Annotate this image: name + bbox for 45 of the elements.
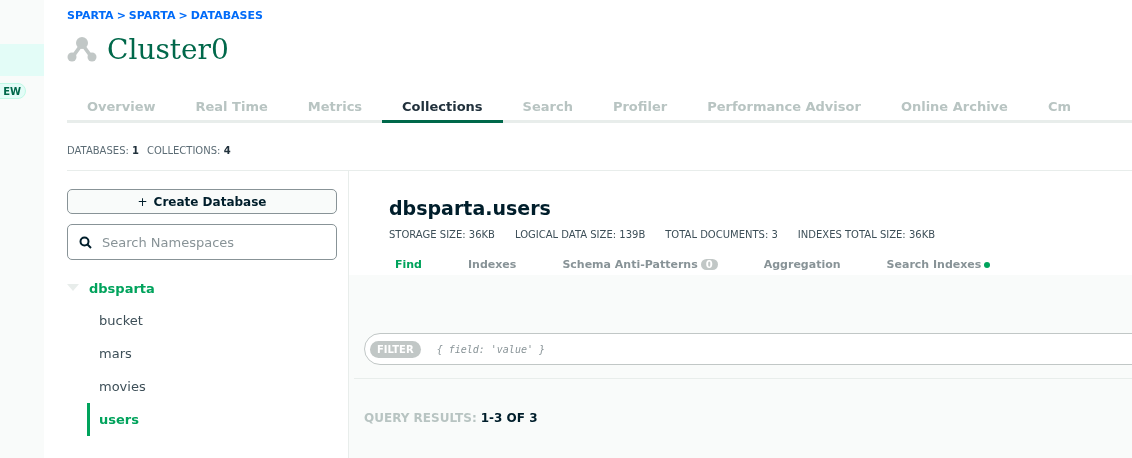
breadcrumb-link[interactable]: DATABASES xyxy=(190,9,263,22)
cluster-icon xyxy=(67,36,97,62)
collection-item[interactable]: mars xyxy=(87,337,348,370)
collection-tab[interactable]: Indexes xyxy=(462,254,523,275)
nav-tab[interactable]: Collections xyxy=(382,94,503,123)
collection-stat: STORAGE SIZE: 36KB xyxy=(389,229,495,240)
collection-tab[interactable]: Aggregation xyxy=(757,254,847,275)
filter-tag: FILTER xyxy=(370,340,421,358)
count-label: COLLECTIONS: xyxy=(147,145,221,156)
nav-tab[interactable]: Online Archive xyxy=(880,94,1028,123)
collection-tab[interactable]: Search Indexes xyxy=(880,254,997,275)
breadcrumb-separator: > xyxy=(178,9,188,22)
results-count: 1-3 OF 3 xyxy=(480,411,538,425)
nav-tab[interactable]: Metrics xyxy=(287,94,383,123)
nav-tab[interactable]: Performance Advisor xyxy=(687,94,881,123)
count-value: 1 xyxy=(132,145,139,156)
collection-stat: INDEXES TOTAL SIZE: 36KB xyxy=(797,229,936,240)
nav-tab[interactable]: Profiler xyxy=(592,94,688,123)
results-label: QUERY RESULTS: xyxy=(364,411,477,425)
collection-title: dbsparta.users xyxy=(389,197,552,219)
breadcrumb-link[interactable]: SPARTA xyxy=(67,9,114,22)
collection-item[interactable]: bucket xyxy=(87,304,348,337)
search-icon xyxy=(79,235,92,249)
nav-tab[interactable]: Cm xyxy=(1027,94,1091,123)
breadcrumb-link[interactable]: SPARTA xyxy=(128,9,176,22)
search-field[interactable]: Search Namespaces xyxy=(67,224,337,260)
nav-tab[interactable]: Search xyxy=(502,94,593,123)
new-badge: EW xyxy=(0,83,26,99)
search-input[interactable]: Search Namespaces xyxy=(100,233,336,251)
nav-tab[interactable]: Real Time xyxy=(175,94,288,123)
collection-tab[interactable]: Find xyxy=(389,254,428,275)
count-badge: 0 xyxy=(700,259,718,270)
collection-stat: TOTAL DOCUMENTS: 3 xyxy=(665,229,778,240)
database-item[interactable]: dbsparta xyxy=(89,280,155,296)
count-label: DATABASES: xyxy=(67,145,129,156)
nav-tab[interactable]: Overview xyxy=(67,94,176,123)
collection-tab[interactable]: Schema Anti-Patterns 0 xyxy=(556,254,724,275)
collection-item[interactable]: movies xyxy=(87,370,348,403)
filter-input[interactable]: { field: 'value' } xyxy=(434,342,1132,356)
count-value: 4 xyxy=(223,145,231,156)
breadcrumb-separator: > xyxy=(116,9,126,22)
create-database-button[interactable]: + Create Database xyxy=(67,189,337,214)
collection-stat: LOGICAL DATA SIZE: 139B xyxy=(514,229,646,240)
filter-field[interactable]: FILTER { field: 'value' } xyxy=(364,333,1132,365)
cluster-title: Cluster0 xyxy=(107,32,229,66)
